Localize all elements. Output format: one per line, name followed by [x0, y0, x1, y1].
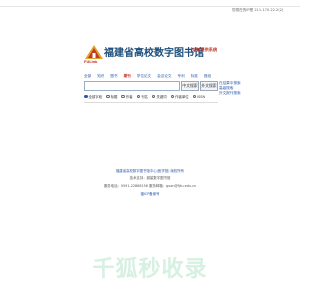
nav-item-theses[interactable]: 学位论文 — [137, 74, 151, 80]
nav-item-books[interactable]: 图书 — [110, 74, 117, 80]
nav-item-all[interactable]: 全部 — [84, 74, 91, 80]
nav-item-journals[interactable]: 期刊 — [124, 74, 131, 80]
nav-item-patents[interactable]: 专利 — [178, 74, 185, 80]
scope-option[interactable]: 作者 — [121, 94, 133, 99]
foreign-search-button[interactable]: 外文搜索 — [200, 81, 218, 91]
scope-option[interactable]: 关键词 — [151, 94, 167, 99]
search-scope-options: 全部字段 标题 作者 刊名 关键词 作者单位 ISSN — [84, 94, 205, 99]
library-logo-icon — [84, 44, 104, 60]
top-divider — [0, 6, 300, 7]
site-title: 福建省高校数字图书馆 — [104, 48, 204, 59]
nav-item-knowledge[interactable]: 知识 — [97, 74, 104, 80]
chinese-search-button[interactable]: 中文搜索 — [181, 81, 199, 91]
radio-icon — [151, 94, 156, 99]
footer-icp-link[interactable]: 福ICP备案号 — [0, 191, 300, 196]
radio-selected-icon — [84, 94, 88, 99]
search-category-nav: 全部 知识 图书 期刊 学位论文 会议论文 专利 标准 报纸 — [84, 74, 211, 80]
watermark-text: 千狐秒收录 — [92, 257, 208, 282]
nav-item-standards[interactable]: 标准 — [191, 74, 198, 80]
radio-icon — [192, 94, 197, 99]
logo-text: FULink — [84, 60, 98, 64]
footer-tech-support: 技术支持：超星数字图书馆 — [129, 176, 171, 180]
scope-option[interactable]: 作者单位 — [170, 94, 189, 99]
footer-contact: 服务电话：0591-22868156 服务邮箱：guan@fjtu.edu.cn — [103, 184, 197, 188]
scope-option[interactable]: 标题 — [106, 94, 117, 99]
scope-option[interactable]: 刊名 — [136, 94, 148, 99]
footer-copyright[interactable]: 福建省高校数字图书馆中心(医学馆) 版权所有 — [0, 168, 300, 173]
scope-option[interactable]: 全部字段 — [84, 94, 102, 99]
radio-icon — [170, 94, 175, 99]
radio-icon — [121, 94, 125, 99]
radio-icon — [136, 94, 141, 99]
nav-item-newspapers[interactable]: 报纸 — [204, 74, 211, 80]
ip-info-text: 您现在的IP是 211.170.22.2(2) — [232, 8, 284, 12]
radio-icon — [106, 94, 110, 99]
scope-option[interactable]: ISSN — [192, 94, 205, 99]
search-input[interactable] — [84, 81, 180, 91]
search-divider — [84, 102, 218, 103]
nav-item-conference[interactable]: 会议论文 — [157, 74, 171, 80]
site-subtitle: 文献提供系统 — [192, 47, 218, 52]
foreign-journal-search-link[interactable]: 外文报刊搜索 — [219, 91, 241, 96]
